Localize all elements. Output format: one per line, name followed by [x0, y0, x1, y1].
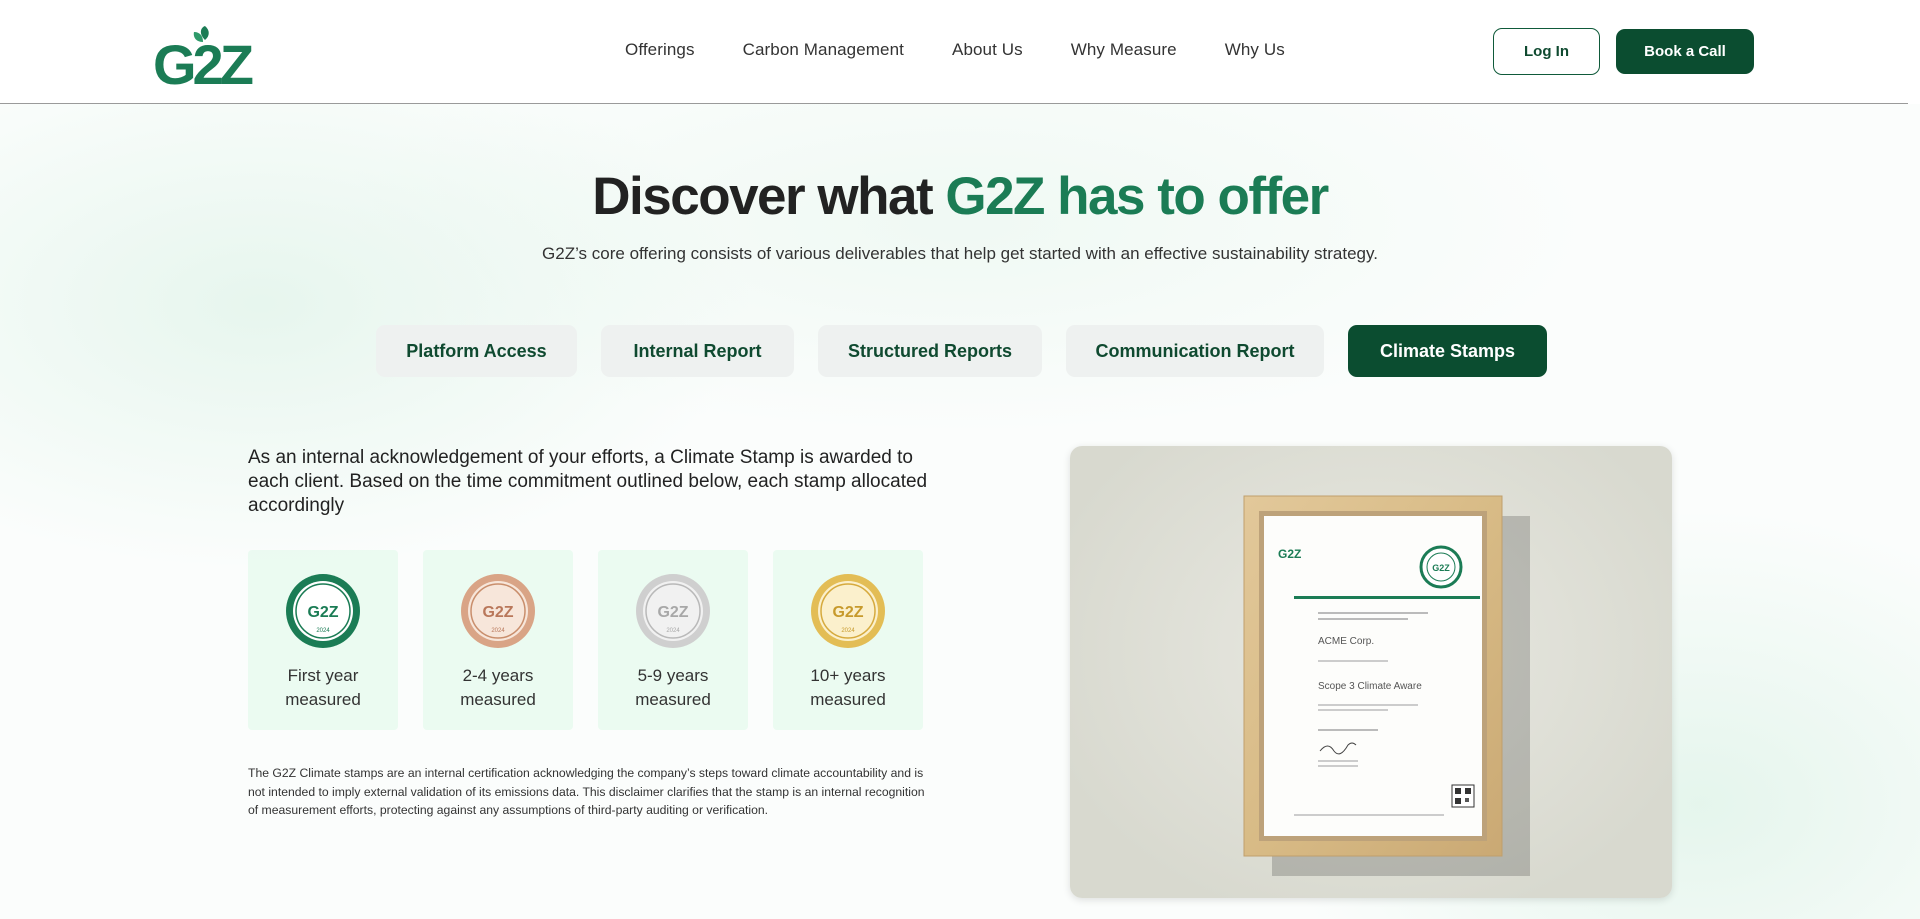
book-call-button[interactable]: Book a Call [1616, 29, 1754, 74]
nav-about-us[interactable]: About Us [952, 40, 1023, 60]
stamp-label: 10+ years measured [810, 666, 886, 709]
bronze-stamp-icon: G2Z 2024 [461, 574, 535, 648]
site-header: G2Z Offerings Carbon Management About Us… [0, 0, 1908, 104]
tab-communication-report[interactable]: Communication Report [1066, 325, 1324, 377]
stamp-logo-text: G2Z [307, 604, 338, 621]
tab-structured-reports[interactable]: Structured Reports [818, 325, 1042, 377]
climate-stamps-intro: As an internal acknowledgement of your e… [248, 447, 928, 516]
page-title: Discover what G2Z has to offer [0, 166, 1920, 227]
stamp-year: 2024 [841, 628, 855, 634]
login-button[interactable]: Log In [1493, 28, 1600, 75]
tab-internal-report[interactable]: Internal Report [601, 325, 794, 377]
stamp-card-first-year: G2Z 2024 First year measured [248, 550, 398, 730]
tab-climate-stamps[interactable]: Climate Stamps [1348, 325, 1547, 377]
title-plain: Discover what [592, 167, 946, 226]
stamp-card-5-9-years: G2Z 2024 5-9 years measured [598, 550, 748, 730]
tab-platform-access[interactable]: Platform Access [376, 325, 577, 377]
nav-why-measure[interactable]: Why Measure [1071, 40, 1177, 60]
title-accent: G2Z has to offer [945, 167, 1329, 226]
certificate-logo: G2Z [1278, 547, 1301, 561]
offering-tabs: Platform Access Internal Report Structur… [376, 325, 1571, 377]
page-subtitle: G2Z’s core offering consists of various … [542, 244, 1378, 263]
main-nav: Offerings Carbon Management About Us Why… [625, 40, 1333, 60]
stamp-label: 2-4 years measured [460, 666, 536, 709]
g2z-logo[interactable]: G2Z [153, 18, 257, 96]
stamp-logo-text: G2Z [657, 604, 688, 621]
stamp-label: 5-9 years measured [635, 666, 711, 709]
stamp-year: 2024 [666, 628, 680, 634]
certificate-seal-text: G2Z [1432, 563, 1450, 573]
green-stamp-icon: G2Z 2024 [286, 574, 360, 648]
silver-stamp-icon: G2Z 2024 [636, 574, 710, 648]
certificate-title: Scope 3 Climate Aware [1318, 681, 1422, 692]
stamp-card-10-plus-years: G2Z 2024 10+ years measured [773, 550, 923, 730]
nav-carbon-management[interactable]: Carbon Management [743, 40, 904, 60]
stamp-label: First year measured [285, 666, 361, 709]
stamp-logo-text: G2Z [832, 604, 863, 621]
stamp-list: G2Z 2024 First year measured G2Z 2024 2-… [248, 550, 948, 730]
gold-stamp-icon: G2Z 2024 [811, 574, 885, 648]
stamp-card-2-4-years: G2Z 2024 2-4 years measured [423, 550, 573, 730]
certificate-photo: G2Z G2Z ACME Corp. Scope 3 Climate Aware [1070, 446, 1672, 898]
nav-offerings[interactable]: Offerings [625, 40, 695, 60]
stamp-disclaimer: The G2Z Climate stamps are an internal c… [248, 766, 925, 817]
certificate-company: ACME Corp. [1318, 636, 1374, 647]
stamp-logo-text: G2Z [482, 604, 513, 621]
stamp-year: 2024 [316, 628, 330, 634]
nav-why-us[interactable]: Why Us [1225, 40, 1285, 60]
stamp-year: 2024 [491, 628, 505, 634]
